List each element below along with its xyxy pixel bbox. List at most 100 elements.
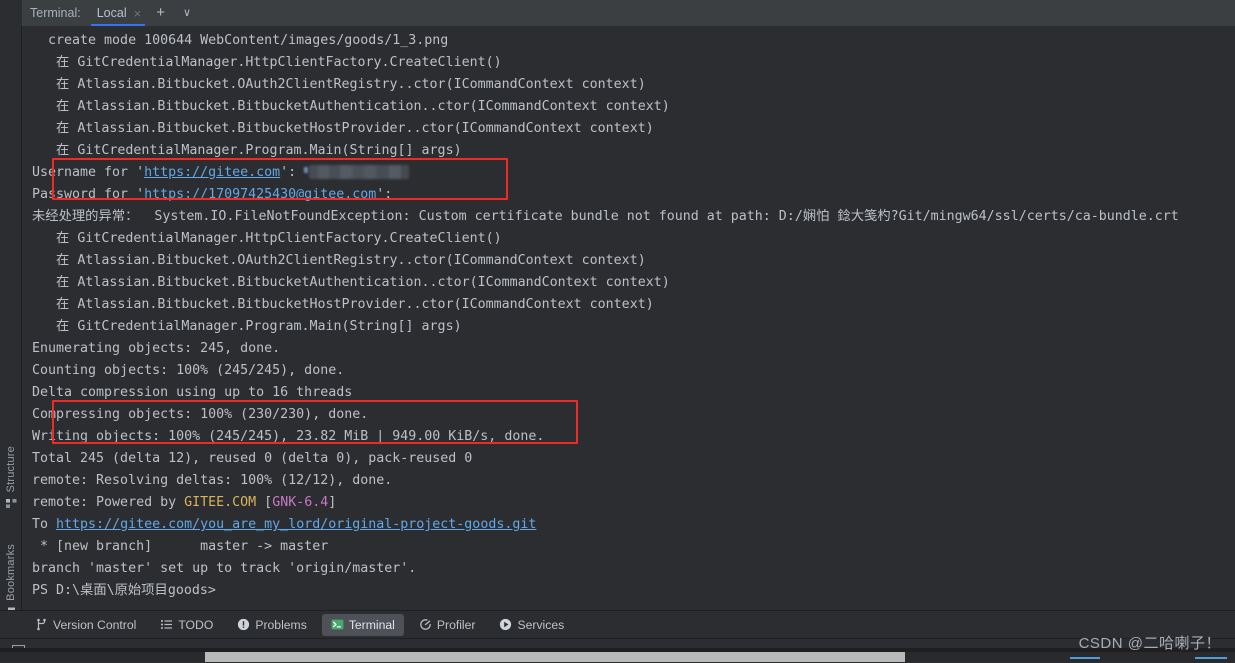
- terminal-line: To https://gitee.com/you_are_my_lord/ori…: [32, 514, 1235, 536]
- terminal-text: To: [32, 517, 57, 532]
- terminal-text: ':: [280, 165, 305, 180]
- sidebar-item-structure[interactable]: Structure: [0, 446, 22, 510]
- terminal-text: 在 Atlassian.Bitbucket.BitbucketHostProvi…: [32, 297, 654, 312]
- terminal-line: 在 Atlassian.Bitbucket.BitbucketHostProvi…: [32, 118, 1235, 140]
- terminal-line: PS D:\桌面\原始项目goods>: [32, 580, 1235, 602]
- terminal-line: * [new branch] master -> master: [32, 536, 1235, 558]
- terminal-text: PS D:\桌面\原始项目goods>: [32, 583, 216, 598]
- terminal-text: * [new branch] master -> master: [32, 539, 329, 554]
- sidebar-item-bookmarks[interactable]: Bookmarks: [0, 544, 22, 619]
- terminal-line: Delta compression using up to 16 threads: [32, 382, 1235, 404]
- terminal-text: Counting objects: 100% (245/245), done.: [32, 363, 345, 378]
- terminal-line: 未经处理的异常： System.IO.FileNotFoundException…: [32, 206, 1235, 228]
- ide-window: Terminal: Local × + ∨ Structure Bookmark…: [0, 0, 1235, 663]
- terminal-line: Password for 'https://17097425430@gitee.…: [32, 184, 1235, 206]
- warning-icon: [237, 618, 250, 631]
- terminal-icon: [331, 618, 344, 631]
- sidebar-item-label: Bookmarks: [5, 544, 17, 601]
- terminal-line: 在 GitCredentialManager.HttpClientFactory…: [32, 52, 1235, 74]
- terminal-text: 在 Atlassian.Bitbucket.OAuth2ClientRegist…: [32, 253, 646, 268]
- terminal-link[interactable]: https://gitee.com/you_are_my_lord/origin…: [56, 517, 536, 532]
- terminal-line: Enumerating objects: 245, done.: [32, 338, 1235, 360]
- terminal-line: 在 Atlassian.Bitbucket.BitbucketHostProvi…: [32, 294, 1235, 316]
- terminal-text: remote: Powered by: [32, 495, 185, 510]
- terminal-text: remote: Resolving deltas: 100% (12/12), …: [32, 473, 393, 488]
- terminal-lines-container: create mode 100644 WebContent/images/goo…: [32, 30, 1235, 602]
- terminal-line: Username for 'https://gitee.com':: [32, 162, 1235, 184]
- terminal-text: create mode 100644 WebContent/images/goo…: [32, 33, 449, 48]
- terminal-text: 未经处理的异常： System.IO.FileNotFoundException…: [32, 209, 1179, 224]
- structure-icon: [5, 497, 18, 510]
- terminal-line: 在 GitCredentialManager.Program.Main(Stri…: [32, 140, 1235, 162]
- terminal-text: branch 'master' set up to track 'origin/…: [32, 561, 417, 576]
- terminal-output-panel[interactable]: create mode 100644 WebContent/images/goo…: [22, 26, 1235, 610]
- terminal-text: 在 Atlassian.Bitbucket.OAuth2ClientRegist…: [32, 77, 646, 92]
- profiler-icon: [419, 618, 432, 631]
- terminal-text: 在 GitCredentialManager.HttpClientFactory…: [32, 231, 502, 246]
- terminal-line: remote: Resolving deltas: 100% (12/12), …: [32, 470, 1235, 492]
- redaction-cursor: [304, 167, 309, 173]
- terminal-text: Compressing objects: 100% (230/230), don…: [32, 407, 369, 422]
- taskbar-window-preview: [205, 652, 905, 662]
- terminal-text: Password for ': [32, 187, 145, 202]
- terminal-line: 在 GitCredentialManager.Program.Main(Stri…: [32, 316, 1235, 338]
- terminal-line: 在 Atlassian.Bitbucket.BitbucketAuthentic…: [32, 272, 1235, 294]
- csdn-watermark: CSDN @二哈喇子！: [1078, 635, 1221, 652]
- add-terminal-icon[interactable]: +: [147, 0, 174, 26]
- tool-window-button-terminal[interactable]: Terminal: [321, 613, 404, 636]
- services-icon: [499, 618, 512, 631]
- terminal-text: Delta compression using up to 16 threads: [32, 385, 353, 400]
- terminal-text: 在 GitCredentialManager.HttpClientFactory…: [32, 55, 502, 70]
- terminal-text: Writing objects: 100% (245/245), 23.82 M…: [32, 429, 545, 444]
- close-icon[interactable]: ×: [134, 7, 142, 20]
- terminal-tab-bar: Terminal: Local × + ∨: [0, 0, 1235, 26]
- tool-window-button-label: Version Control: [53, 617, 137, 632]
- chevron-down-icon[interactable]: ∨: [174, 0, 200, 26]
- tool-window-button-services[interactable]: Services: [490, 614, 573, 636]
- desktop-taskbar-sliver: [0, 652, 1235, 662]
- tool-window-button-label: Problems: [255, 617, 307, 632]
- left-tool-strip: Structure Bookmarks: [0, 26, 22, 622]
- tool-window-button-version-control[interactable]: Version Control: [26, 614, 145, 636]
- terminal-text: 在 Atlassian.Bitbucket.BitbucketHostProvi…: [32, 121, 654, 136]
- terminal-text: 在 GitCredentialManager.Program.Main(Stri…: [32, 143, 462, 158]
- terminal-text: 在 GitCredentialManager.Program.Main(Stri…: [32, 319, 462, 334]
- redacted-username-value: [309, 165, 410, 179]
- terminal-line: 在 Atlassian.Bitbucket.OAuth2ClientRegist…: [32, 74, 1235, 96]
- terminal-line: 在 GitCredentialManager.HttpClientFactory…: [32, 228, 1235, 250]
- terminal-text: ':: [376, 187, 401, 202]
- tool-window-button-todo[interactable]: TODO: [151, 614, 222, 636]
- terminal-tab-label: Local: [96, 6, 127, 20]
- terminal-line: 在 Atlassian.Bitbucket.OAuth2ClientRegist…: [32, 250, 1235, 272]
- terminal-text: [: [256, 495, 273, 510]
- terminal-text: Enumerating objects: 245, done.: [32, 341, 281, 356]
- tool-window-button-label: Services: [517, 617, 565, 632]
- tool-window-button-profiler[interactable]: Profiler: [410, 614, 485, 636]
- terminal-text-accent: GNK-6.4: [272, 495, 329, 510]
- terminal-text: Username for ': [32, 165, 145, 180]
- terminal-line: Counting objects: 100% (245/245), done.: [32, 360, 1235, 382]
- list-icon: [160, 618, 173, 631]
- terminal-text: 在 Atlassian.Bitbucket.BitbucketAuthentic…: [32, 99, 670, 114]
- sidebar-item-label: Structure: [5, 446, 17, 493]
- tab-bar-left-gutter: [0, 0, 22, 26]
- terminal-text: 在 Atlassian.Bitbucket.BitbucketAuthentic…: [32, 275, 670, 290]
- terminal-text: ]: [328, 495, 337, 510]
- tool-window-bar: Version Control TODO Problems Terminal Profi…: [0, 610, 1235, 638]
- tool-window-button-label: TODO: [178, 617, 214, 632]
- terminal-tab-local[interactable]: Local ×: [89, 0, 147, 26]
- terminal-line: remote: Powered by GITEE.COM [GNK-6.4]: [32, 492, 1235, 514]
- terminal-line: 在 Atlassian.Bitbucket.BitbucketAuthentic…: [32, 96, 1235, 118]
- terminal-text-highlight: GITEE.COM: [184, 495, 257, 510]
- tool-window-button-problems[interactable]: Problems: [228, 614, 315, 636]
- tool-window-button-label: Terminal: [348, 617, 395, 632]
- taskbar-left: [0, 652, 205, 662]
- terminal-link[interactable]: https://gitee.com: [144, 165, 280, 180]
- taskbar-indicator-1: [1070, 657, 1100, 659]
- terminal-line: branch 'master' set up to track 'origin/…: [32, 558, 1235, 580]
- terminal-line: create mode 100644 WebContent/images/goo…: [32, 30, 1235, 52]
- terminal-text: Total 245 (delta 12), reused 0 (delta 0)…: [32, 451, 473, 466]
- terminal-line: Compressing objects: 100% (230/230), don…: [32, 404, 1235, 426]
- terminal-link[interactable]: https://17097425430@gitee.com: [144, 187, 376, 202]
- branch-icon: [35, 618, 48, 631]
